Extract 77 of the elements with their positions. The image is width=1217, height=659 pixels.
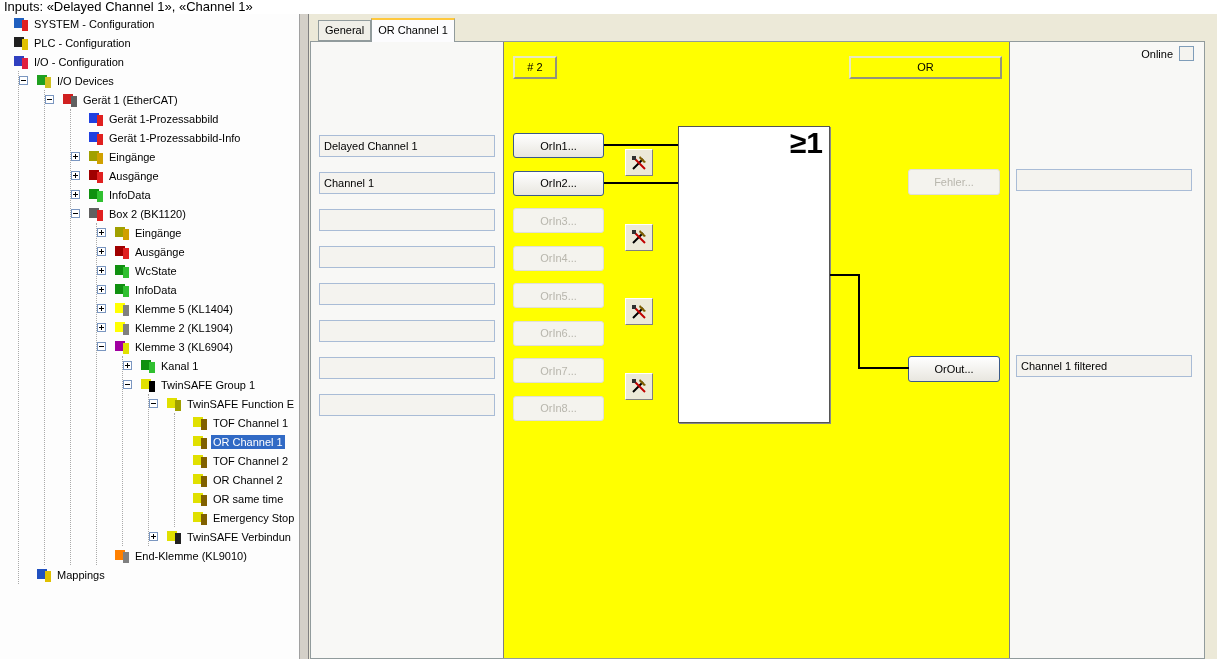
tree-item[interactable]: InfoData [107,187,153,202]
tree-item[interactable]: Ausgänge [107,168,161,183]
tree-item[interactable]: Gerät 1-Prozessabbild-Info [107,130,243,145]
collapse-toggle[interactable] [19,76,28,85]
expand-toggle[interactable] [97,304,106,313]
tree-item[interactable]: TOF Channel 1 [211,415,290,430]
tools-button[interactable] [625,149,653,176]
tools-icon [630,228,648,246]
variable-field[interactable] [319,394,495,416]
output-button[interactable]: OrOut... [908,356,1000,382]
tree-item[interactable]: Klemme 5 (KL1404) [133,301,235,316]
tree-item[interactable]: End-Klemme (KL9010) [133,548,249,563]
splitter-bar[interactable] [300,14,309,659]
tree-item[interactable]: Gerät 1 (EtherCAT) [81,92,180,107]
tools-icon [630,153,648,172]
block-type: OR [849,56,1002,79]
variable-field[interactable]: Delayed Channel 1 [319,135,495,157]
tools-icon [630,377,648,395]
tree-item[interactable]: Ausgänge [133,244,187,259]
variable-field[interactable]: Channel 1 [319,172,495,194]
variable-field[interactable]: Channel 1 filtered [1016,355,1192,377]
variable-field[interactable] [319,357,495,379]
tools-button[interactable] [625,223,653,251]
tree-item[interactable]: Mappings [55,567,107,582]
tools-button[interactable] [625,298,653,325]
tree-item[interactable]: Klemme 2 (KL1904) [133,320,235,335]
tools-icon [630,302,648,321]
expand-toggle[interactable] [71,190,80,199]
tree-item[interactable]: I/O Devices [55,73,116,88]
tree-item[interactable]: Eingänge [107,149,158,164]
variable-field[interactable] [1016,169,1192,191]
input-button[interactable]: OrIn1... [513,133,604,158]
tree-item[interactable]: InfoData [133,282,179,297]
tree-item[interactable]: PLC - Configuration [32,35,133,50]
expand-toggle[interactable] [123,361,132,370]
tree-item[interactable]: TOF Channel 2 [211,453,290,468]
tree-item[interactable]: OR Channel 1 [211,434,285,449]
input-button[interactable]: OrIn2... [513,170,604,196]
expand-toggle[interactable] [97,247,106,256]
collapse-toggle[interactable] [123,380,132,389]
tree-item[interactable]: Klemme 3 (KL6904) [133,339,235,354]
tab[interactable]: General [318,20,372,41]
variable-field[interactable] [319,283,495,305]
expand-toggle[interactable] [71,152,80,161]
tools-button[interactable] [625,372,653,400]
variable-field[interactable] [319,320,495,342]
gate-symbol: ≥1 [789,127,823,159]
variable-field[interactable] [319,246,495,268]
online-checkbox[interactable] [1179,46,1194,61]
tree-item[interactable]: Gerät 1-Prozessabbild [107,111,221,126]
online-label: Online [1141,47,1173,60]
expand-toggle[interactable] [97,228,106,237]
collapse-toggle[interactable] [149,399,158,408]
expand-toggle[interactable] [97,285,106,294]
tree-item[interactable]: I/O - Configuration [32,54,126,69]
collapse-toggle[interactable] [71,209,80,218]
tree-item[interactable]: TwinSAFE Group 1 [159,377,258,392]
tree-item[interactable]: Box 2 (BK1120) [107,206,188,221]
caption-text: Inputs: «Delayed Channel 1», «Channel 1» [3,0,254,14]
block-number: # 2 [513,56,557,79]
tree-item[interactable]: WcState [133,263,179,278]
tree-item[interactable]: OR same time [211,491,286,506]
tree-item[interactable]: Emergency Stop [211,510,297,525]
tree-item[interactable]: TwinSAFE Function E [185,396,296,411]
expand-toggle[interactable] [149,532,158,541]
tree-item[interactable]: OR Channel 2 [211,472,285,487]
tree-item[interactable]: TwinSAFE Verbindun [185,529,293,544]
tree-item[interactable]: SYSTEM - Configuration [32,16,157,31]
variable-field[interactable] [319,209,495,231]
tree-item[interactable]: Kanal 1 [159,358,201,373]
expand-toggle[interactable] [71,171,80,180]
tree-item[interactable]: Eingänge [133,225,184,240]
collapse-toggle[interactable] [97,342,106,351]
expand-toggle[interactable] [97,323,106,332]
tab[interactable]: OR Channel 1 [371,18,455,42]
expand-toggle[interactable] [97,266,106,275]
collapse-toggle[interactable] [45,95,54,104]
